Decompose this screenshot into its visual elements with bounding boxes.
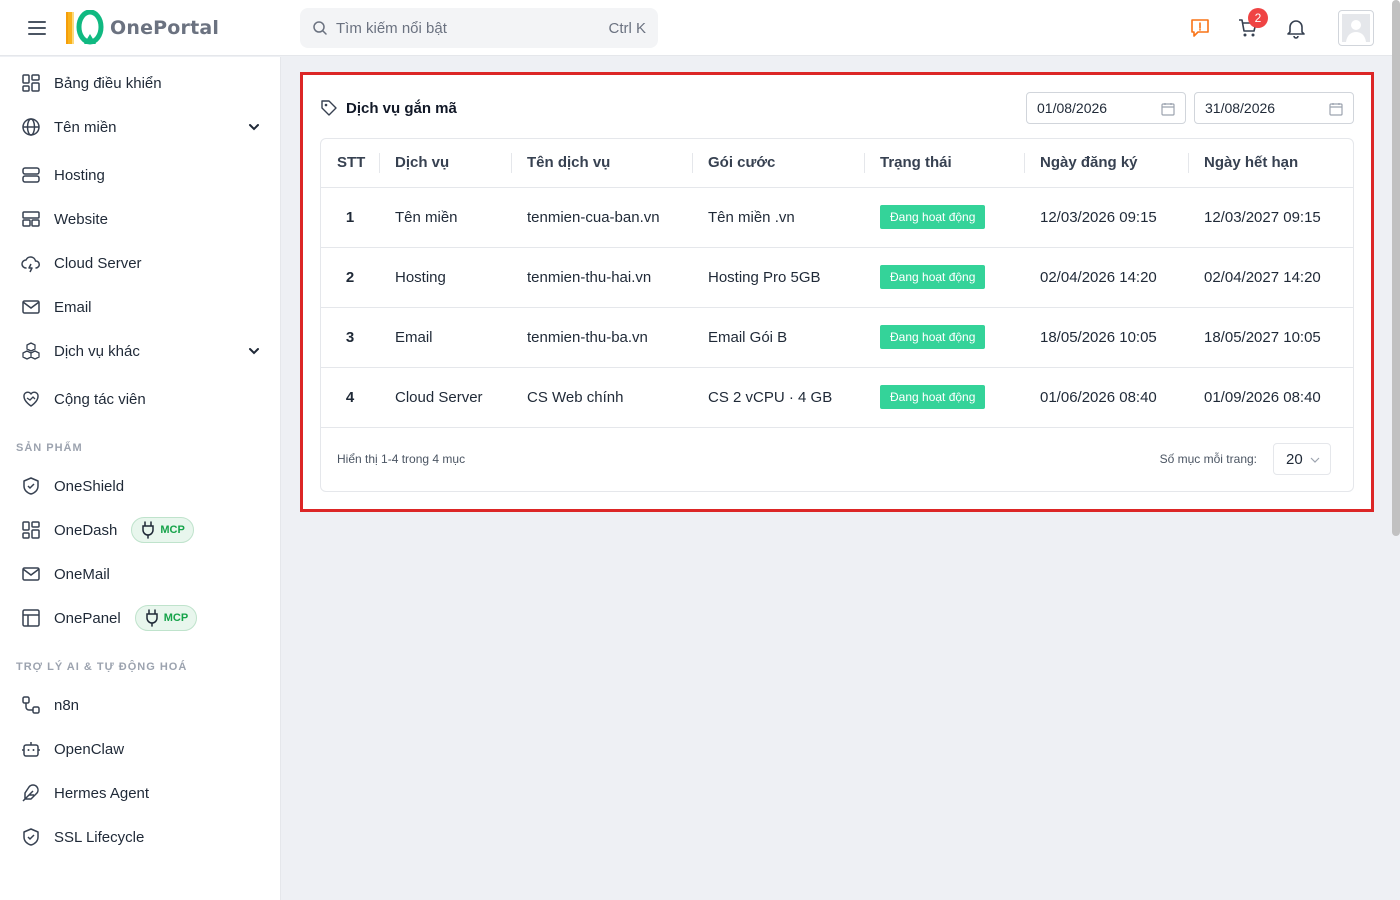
shield-check-icon (20, 826, 42, 848)
search-bar[interactable]: Ctrl K (300, 8, 658, 48)
sidebar-item-website[interactable]: Website (12, 201, 270, 237)
logo[interactable]: OnePortal (64, 10, 219, 46)
table-row[interactable]: 1 Tên miền tenmien-cua-ban.vn Tên miền .… (321, 187, 1353, 248)
column-header-status[interactable]: Trạng thái (864, 139, 1024, 188)
sidebar-item-cloud-server[interactable]: Cloud Server (12, 245, 270, 281)
bot-icon (20, 738, 42, 760)
website-icon (20, 208, 42, 230)
logo-text: OnePortal (110, 17, 220, 39)
mail-icon (20, 296, 42, 318)
table-row[interactable]: 2 Hosting tenmien-thu-hai.vn Hosting Pro… (321, 247, 1353, 308)
status-badge: Đang hoạt động (880, 385, 986, 409)
sidebar-item-oneshield[interactable]: OneShield (12, 468, 270, 504)
sidebar-item-hosting[interactable]: Hosting (12, 157, 270, 193)
sidebar-item-onemail[interactable]: OneMail (12, 556, 270, 592)
user-avatar-icon (1342, 14, 1370, 42)
column-header-registered[interactable]: Ngày đăng ký (1024, 139, 1188, 188)
pagination-count: Hiển thị 1-4 trong 4 mục (337, 452, 466, 466)
sidebar-item-onepanel[interactable]: OnePanel MCP (12, 600, 270, 636)
table-footer: Hiển thị 1-4 trong 4 mục Số mục mỗi tran… (321, 427, 1353, 491)
table-header-row: STT Dịch vụ Tên dịch vụ Gói cước Trạng t… (321, 139, 1353, 188)
top-header: OnePortal Ctrl K 2 (0, 0, 1400, 56)
table-row[interactable]: 4 Cloud Server CS Web chính CS 2 vCPU · … (321, 367, 1353, 428)
date-from-input[interactable] (1037, 100, 1147, 116)
chevron-down-icon (249, 124, 259, 131)
sidebar-item-affiliate[interactable]: Cộng tác viên (12, 381, 270, 417)
column-header-expires[interactable]: Ngày hết hạn (1188, 139, 1353, 188)
status-badge: Đang hoạt động (880, 265, 986, 289)
date-to-input[interactable] (1205, 100, 1315, 116)
column-header-plan[interactable]: Gói cước (692, 139, 864, 188)
card-title: Dịch vụ gắn mã (320, 98, 457, 118)
server-icon (20, 164, 42, 186)
bell-icon[interactable] (1284, 16, 1308, 40)
sidebar-item-other-services[interactable]: Dịch vụ khác (12, 333, 270, 369)
mcp-badge: MCP (134, 605, 198, 631)
search-icon (313, 21, 327, 35)
hamburger-menu-icon[interactable] (26, 18, 48, 38)
plug-icon (145, 609, 158, 627)
sidebar: Bảng điều khiển Tên miền Hosting Website… (0, 57, 281, 900)
mcp-badge: MCP (131, 517, 194, 543)
tag-icon (321, 100, 337, 116)
section-title-ai: TRỢ LÝ AI & TỰ ĐỘNG HOÁ (16, 661, 188, 673)
date-to-picker[interactable] (1194, 92, 1354, 124)
status-badge: Đang hoạt động (880, 205, 986, 229)
status-badge: Đang hoạt động (880, 325, 986, 349)
calendar-icon (1161, 103, 1175, 116)
shield-icon (20, 475, 42, 497)
workflow-icon (20, 694, 42, 716)
chevron-down-icon (1310, 457, 1320, 463)
per-page-select[interactable]: 20 (1273, 443, 1331, 475)
section-title-products: SẢN PHẨM (16, 442, 83, 454)
column-header-service-name[interactable]: Tên dịch vụ (511, 139, 692, 188)
chevron-down-icon (249, 348, 259, 355)
plug-icon (142, 521, 155, 539)
sidebar-item-domains[interactable]: Tên miền (12, 109, 270, 145)
sidebar-item-openclaw[interactable]: OpenClaw (12, 731, 270, 767)
date-from-picker[interactable] (1026, 92, 1186, 124)
avatar[interactable] (1338, 10, 1374, 46)
handshake-heart-icon (20, 388, 42, 410)
feedback-icon[interactable] (1188, 16, 1212, 40)
column-header-stt[interactable]: STT (321, 139, 379, 188)
search-shortcut: Ctrl K (608, 19, 647, 37)
logo-mark-icon (66, 10, 104, 45)
cart-count-badge: 2 (1248, 8, 1268, 28)
panel-icon (20, 607, 42, 629)
feather-icon (20, 782, 42, 804)
sidebar-item-onedash[interactable]: OneDash MCP (12, 512, 270, 548)
per-page-label: Số mục mỗi trang: (1159, 452, 1257, 466)
table-row[interactable]: 3 Email tenmien-thu-ba.vn Email Gói B Đa… (321, 307, 1353, 368)
sidebar-item-ssl-lifecycle[interactable]: SSL Lifecycle (12, 819, 270, 855)
sidebar-item-n8n[interactable]: n8n (12, 687, 270, 723)
boxes-icon (20, 340, 42, 362)
dashboard-icon (20, 72, 42, 94)
calendar-icon (1329, 103, 1343, 116)
globe-icon (20, 116, 42, 138)
dashboard-icon (20, 519, 42, 541)
cloud-icon (20, 252, 42, 274)
sidebar-item-email[interactable]: Email (12, 289, 270, 325)
mail-icon (20, 563, 42, 585)
search-input[interactable] (336, 19, 609, 37)
column-header-service[interactable]: Dịch vụ (379, 139, 511, 188)
sidebar-item-hermes-agent[interactable]: Hermes Agent (12, 775, 270, 811)
page-scrollbar[interactable] (1392, 0, 1400, 536)
sidebar-item-dashboard[interactable]: Bảng điều khiển (12, 65, 270, 101)
services-table: STT Dịch vụ Tên dịch vụ Gói cước Trạng t… (320, 138, 1354, 492)
